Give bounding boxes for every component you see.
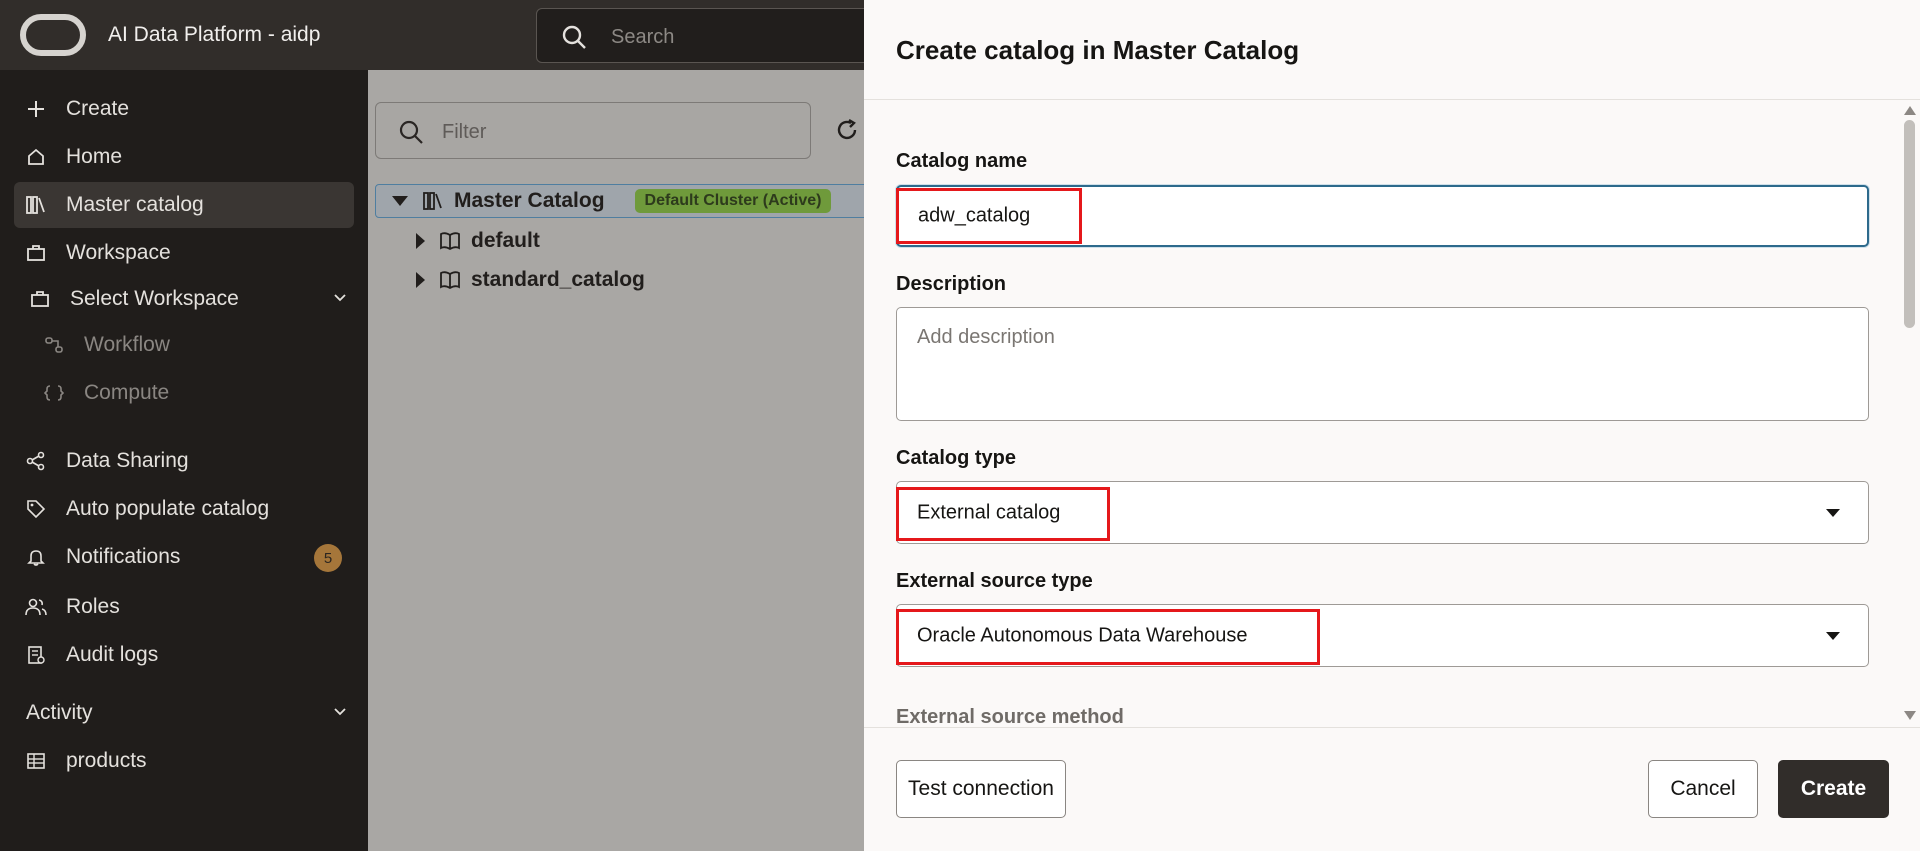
catalog-name-label: Catalog name	[896, 150, 1028, 172]
workflow-icon	[42, 333, 66, 357]
search-placeholder: Search	[611, 26, 675, 48]
select-workspace-dropdown[interactable]: Select Workspace	[14, 276, 354, 322]
chevron-down-icon	[334, 294, 346, 302]
drawer-title: Create catalog in Master Catalog	[896, 35, 1300, 65]
sidebar-item-auto-populate[interactable]: Auto populate catalog	[14, 486, 354, 532]
catalog-type-select[interactable]: External catalog	[896, 481, 1869, 544]
tree-node-label: standard_catalog	[471, 268, 645, 291]
sidebar-item-label: Data Sharing	[66, 449, 189, 472]
scroll-down-arrow-icon[interactable]	[1904, 711, 1916, 720]
dropdown-caret-icon	[1826, 508, 1840, 517]
sidebar-item-roles[interactable]: Roles	[14, 584, 354, 630]
select-workspace-label: Select Workspace	[70, 287, 239, 310]
bell-icon	[24, 545, 48, 569]
filter-placeholder: Filter	[442, 121, 487, 143]
oracle-logo[interactable]	[20, 14, 86, 56]
top-header: AI Data Platform - aidp Search	[0, 0, 876, 70]
description-textarea[interactable]: Add description	[896, 307, 1869, 421]
book-icon	[439, 231, 461, 251]
library-icon	[422, 191, 444, 211]
notifications-count-badge: 5	[314, 544, 342, 572]
sidebar-item-label: Home	[66, 145, 123, 168]
tree-node-default[interactable]: default	[416, 224, 540, 258]
external-source-method-label: External source method	[896, 706, 1124, 726]
sidebar-item-label: Master catalog	[66, 193, 204, 216]
sidebar-item-data-sharing[interactable]: Data Sharing	[14, 438, 354, 484]
sidebar-item-label: products	[66, 749, 147, 772]
sidebar-item-workflow[interactable]: Workflow	[32, 322, 354, 368]
refresh-icon[interactable]	[833, 116, 861, 144]
drawer-form: Catalog name adw_catalog Description Add…	[864, 101, 1920, 726]
sidebar-item-label: Workflow	[84, 333, 170, 356]
catalog-name-value: adw_catalog	[918, 204, 1031, 227]
external-source-type-label: External source type	[896, 570, 1093, 592]
cancel-button[interactable]: Cancel	[1648, 760, 1758, 818]
test-connection-button[interactable]: Test connection	[896, 760, 1066, 818]
description-label: Description	[896, 273, 1007, 295]
tree-node-label: default	[471, 229, 540, 252]
external-source-type-value: Oracle Autonomous Data Warehouse	[917, 624, 1248, 646]
dropdown-caret-icon	[1826, 631, 1840, 640]
search-icon	[562, 25, 586, 49]
activity-label: Activity	[26, 701, 93, 724]
expand-caret-icon[interactable]	[416, 272, 425, 288]
drawer-scrollbar[interactable]	[1902, 106, 1916, 720]
sidebar-item-audit-logs[interactable]: Audit logs	[14, 632, 354, 678]
catalog-type-label: Catalog type	[896, 447, 1017, 469]
sidebar-item-notifications[interactable]: Notifications 5	[14, 534, 354, 580]
sidebar-item-label: Workspace	[66, 241, 171, 264]
book-icon	[439, 270, 461, 290]
workspace-icon	[28, 287, 52, 311]
tag-icon	[24, 497, 48, 521]
create-catalog-drawer: Create catalog in Master Catalog Catalog…	[864, 0, 1920, 851]
app-title: AI Data Platform - aidp	[108, 23, 321, 46]
sidebar-item-master-catalog[interactable]: Master catalog	[14, 182, 354, 228]
sidebar-item-create[interactable]: Create	[14, 86, 354, 132]
scrollbar-thumb[interactable]	[1904, 120, 1915, 328]
sidebar-nav: Create Home Master catalog Workspace Sel…	[0, 70, 368, 851]
compute-icon	[42, 381, 66, 405]
chevron-down-icon	[334, 708, 346, 716]
briefcase-icon	[24, 241, 48, 265]
sidebar-item-products[interactable]: products	[14, 738, 354, 784]
sidebar-item-label: Roles	[66, 595, 120, 618]
tree-node-standard-catalog[interactable]: standard_catalog	[416, 263, 645, 297]
drawer-header: Create catalog in Master Catalog	[864, 0, 1920, 100]
filter-input[interactable]: Filter	[375, 102, 811, 159]
library-icon	[24, 193, 48, 217]
users-icon	[24, 595, 48, 619]
share-icon	[24, 449, 48, 473]
tree-node-label: Master Catalog	[454, 189, 605, 212]
collapse-caret-icon[interactable]	[392, 196, 408, 206]
sidebar-item-label: Auto populate catalog	[66, 497, 270, 520]
cluster-status-badge: Default Cluster (Active)	[634, 189, 832, 213]
scroll-up-arrow-icon[interactable]	[1904, 106, 1916, 115]
drawer-footer: Test connection Cancel Create	[864, 727, 1920, 851]
catalog-browser: Filter Master Catalog Default Cluster (A…	[368, 70, 875, 851]
catalog-type-value: External catalog	[917, 501, 1061, 523]
create-button[interactable]: Create	[1778, 760, 1889, 818]
sidebar-item-label: Audit logs	[66, 643, 159, 666]
sidebar-item-label: Compute	[84, 381, 170, 404]
sidebar-item-label: Notifications	[66, 545, 181, 568]
search-icon	[399, 120, 423, 144]
sidebar-item-workspace[interactable]: Workspace	[14, 230, 354, 276]
table-icon	[24, 749, 48, 773]
catalog-name-input[interactable]: adw_catalog	[896, 185, 1869, 247]
external-source-type-select[interactable]: Oracle Autonomous Data Warehouse	[896, 604, 1869, 667]
plus-icon	[24, 97, 48, 121]
sidebar-section-activity[interactable]: Activity	[14, 690, 354, 736]
audit-log-icon	[24, 643, 48, 667]
sidebar-item-home[interactable]: Home	[14, 134, 354, 180]
home-icon	[24, 145, 48, 169]
tree-node-master-catalog[interactable]: Master Catalog Default Cluster (Active)	[375, 184, 875, 218]
expand-caret-icon[interactable]	[416, 233, 425, 249]
global-search-input[interactable]: Search	[536, 8, 876, 63]
sidebar-item-label: Create	[66, 97, 130, 120]
description-placeholder: Add description	[917, 326, 1055, 348]
sidebar-item-compute[interactable]: Compute	[32, 370, 354, 416]
